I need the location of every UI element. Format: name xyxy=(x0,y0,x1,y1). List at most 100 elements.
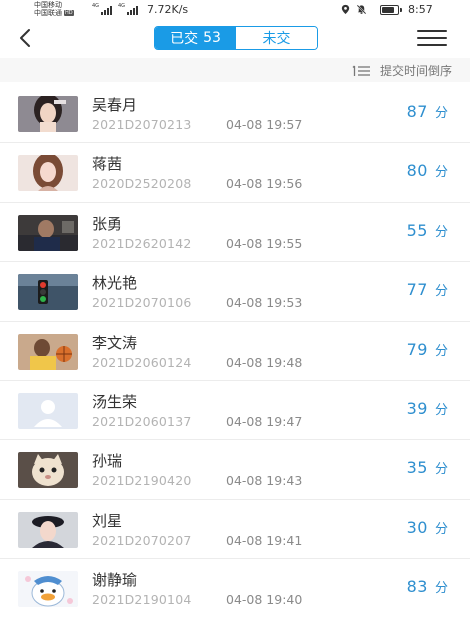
score-unit: 分 xyxy=(434,462,448,478)
app-header: 已交 53 未交 xyxy=(0,20,470,58)
score: 39 分 xyxy=(407,399,448,418)
hamburger-menu-icon[interactable] xyxy=(417,30,447,48)
submission-row[interactable]: 林光艳 2021D2070106 04-08 19:53 77 分 xyxy=(0,262,470,322)
submission-row[interactable]: 汤生荣 2021D2060137 04-08 19:47 39 分 xyxy=(0,380,470,441)
sort-list-icon xyxy=(352,65,370,76)
score: 87 分 xyxy=(407,102,448,121)
tab-not-submitted-label: 未交 xyxy=(262,31,291,47)
score-value: 39 xyxy=(406,398,428,418)
hd-badge: HD xyxy=(64,10,74,16)
tab-submitted[interactable]: 已交 53 xyxy=(155,27,236,49)
score-value: 87 xyxy=(406,102,428,121)
submission-row[interactable]: 吴春月 2021D2070213 04-08 19:57 87 分 xyxy=(0,84,470,144)
signal-icon: 4G xyxy=(92,3,113,15)
avatar xyxy=(18,452,78,489)
avatar xyxy=(18,571,78,608)
student-name: 李文涛 xyxy=(92,333,138,352)
score-value: 77 xyxy=(406,280,428,300)
sort-label: 提交时间倒序 xyxy=(379,64,452,78)
score: 30 分 xyxy=(407,518,448,537)
submission-row[interactable]: 孙瑞 2021D2190420 04-08 19:43 35 分 xyxy=(0,440,470,500)
status-bar: 中国移动 中国联通 HD 4G 4G 7.72K/s 8:57 xyxy=(0,0,470,20)
score-value: 35 xyxy=(406,458,428,478)
student-id: 2020D2520208 xyxy=(92,176,192,192)
student-id: 2021D2070207 xyxy=(92,532,192,548)
submit-time: 04-08 19:43 xyxy=(226,473,303,489)
score-value: 30 xyxy=(406,517,428,537)
student-name: 林光艳 xyxy=(92,274,138,293)
student-name: 谢静瑜 xyxy=(92,571,138,590)
submission-row[interactable]: 谢静瑜 2021D2190104 04-08 19:40 83 分 xyxy=(0,559,470,617)
tab-not-submitted[interactable]: 未交 xyxy=(236,27,317,49)
submit-time: 04-08 19:40 xyxy=(226,592,303,608)
avatar xyxy=(18,392,78,429)
student-id: 2021D2190104 xyxy=(92,592,192,608)
mute-icon xyxy=(356,4,367,15)
student-name: 刘星 xyxy=(92,511,123,530)
student-id: 2021D2060137 xyxy=(92,413,192,429)
score-unit: 分 xyxy=(434,521,448,537)
submit-time: 04-08 19:47 xyxy=(226,413,303,429)
avatar xyxy=(18,511,78,548)
score: 55 分 xyxy=(407,221,448,240)
score: 80 分 xyxy=(407,161,448,180)
score-unit: 分 xyxy=(434,284,448,300)
carrier-labels: 中国移动 中国联通 HD xyxy=(34,1,74,17)
student-name: 孙瑞 xyxy=(92,452,123,471)
submission-row[interactable]: 刘星 2021D2070207 04-08 19:41 30 分 xyxy=(0,499,470,560)
score-unit: 分 xyxy=(434,343,448,359)
submission-row[interactable]: 张勇 2021D2620142 04-08 19:55 55 分 xyxy=(0,202,470,263)
score: 77 分 xyxy=(407,280,448,299)
score-value: 80 xyxy=(406,161,428,181)
score: 35 分 xyxy=(407,458,448,477)
score-unit: 分 xyxy=(434,106,448,121)
score: 83 分 xyxy=(407,577,448,596)
submission-list: 吴春月 2021D2070213 04-08 19:57 87 分蒋茜 2020D2520… xyxy=(0,84,470,617)
tab-submitted-label: 已交 xyxy=(170,31,199,47)
score-unit: 分 xyxy=(434,224,448,240)
student-id: 2021D2620142 xyxy=(92,235,192,251)
submit-time: 04-08 19:55 xyxy=(226,235,303,251)
signal-icon: 4G xyxy=(118,3,139,15)
submit-time: 04-08 19:48 xyxy=(226,354,303,370)
score-value: 79 xyxy=(406,339,428,359)
network-speed: 7.72K/s xyxy=(147,3,189,16)
score-unit: 分 xyxy=(434,581,448,597)
submission-status-tabs: 已交 53 未交 xyxy=(154,26,318,50)
carrier-2: 中国联通 xyxy=(34,9,62,17)
location-icon xyxy=(341,4,350,15)
avatar xyxy=(18,96,78,132)
student-name: 汤生荣 xyxy=(92,392,138,411)
signal-2-label: 4G xyxy=(118,3,126,9)
score-value: 83 xyxy=(406,577,428,597)
signal-1-label: 4G xyxy=(92,3,100,9)
student-id: 2021D2070106 xyxy=(92,295,192,311)
student-name: 张勇 xyxy=(92,214,123,233)
score: 79 分 xyxy=(407,340,448,359)
submit-time: 04-08 19:57 xyxy=(226,117,303,132)
avatar xyxy=(18,274,78,311)
tab-submitted-count: 53 xyxy=(203,30,221,46)
student-id: 2021D2070213 xyxy=(92,117,192,132)
score-unit: 分 xyxy=(434,165,448,181)
student-name: 吴春月 xyxy=(92,96,138,114)
score-unit: 分 xyxy=(434,402,448,418)
carrier-1: 中国移动 xyxy=(34,1,62,9)
chevron-left-icon[interactable] xyxy=(14,26,38,50)
avatar xyxy=(18,214,78,251)
sort-button[interactable]: 提交时间倒序 xyxy=(352,62,452,79)
avatar xyxy=(18,333,78,370)
submit-time: 04-08 19:41 xyxy=(226,532,303,548)
submit-time: 04-08 19:56 xyxy=(226,176,303,192)
student-id: 2021D2060124 xyxy=(92,354,192,370)
submission-row[interactable]: 蒋茜 2020D2520208 04-08 19:56 80 分 xyxy=(0,143,470,203)
battery-icon xyxy=(380,5,402,15)
sort-bar: 提交时间倒序 xyxy=(0,58,470,82)
avatar xyxy=(18,155,78,192)
score-value: 55 xyxy=(406,220,428,240)
clock: 8:57 xyxy=(408,3,433,16)
student-name: 蒋茜 xyxy=(92,155,123,174)
student-id: 2021D2190420 xyxy=(92,473,192,489)
submission-row[interactable]: 李文涛 2021D2060124 04-08 19:48 79 分 xyxy=(0,321,470,381)
submit-time: 04-08 19:53 xyxy=(226,295,303,311)
